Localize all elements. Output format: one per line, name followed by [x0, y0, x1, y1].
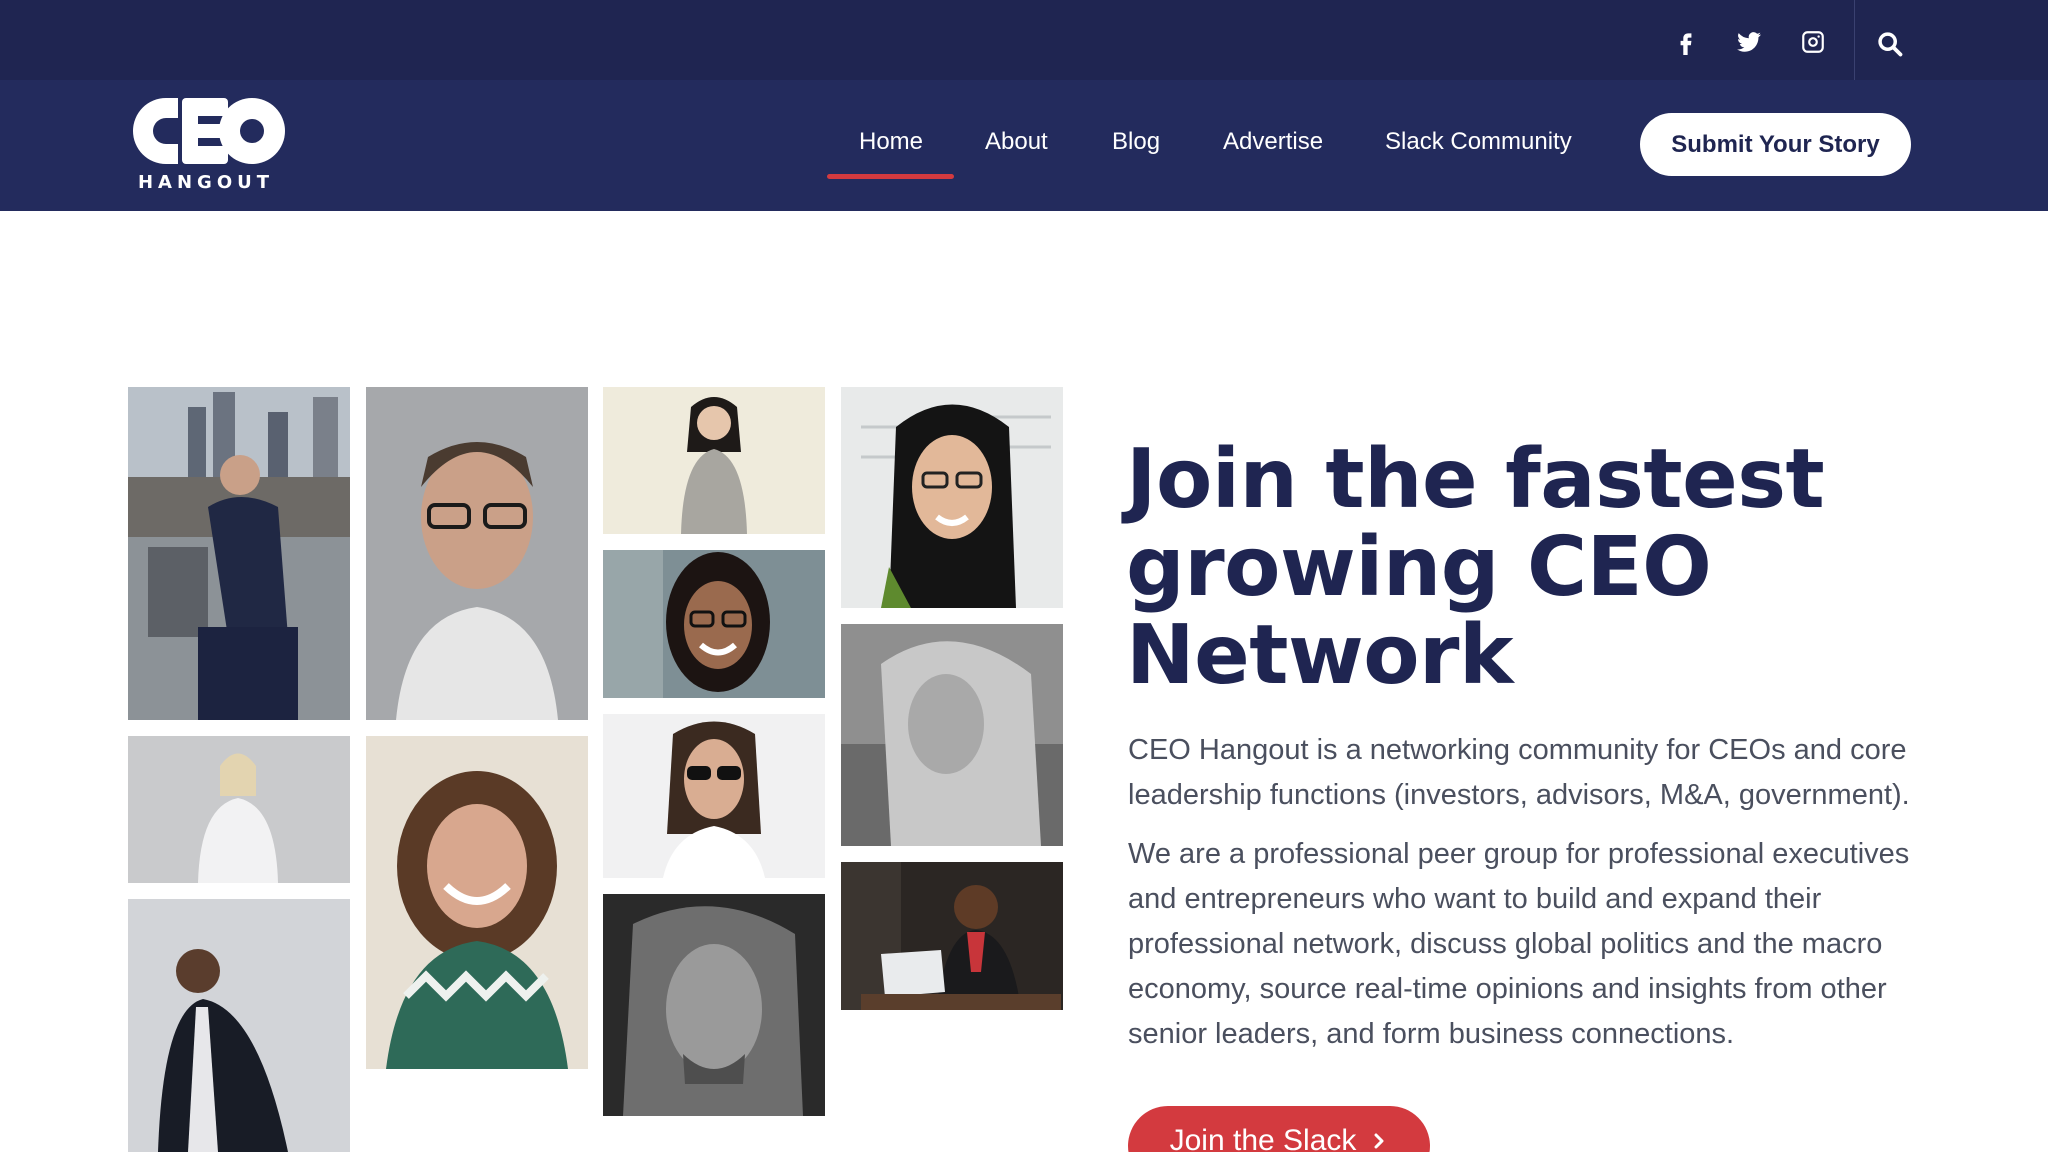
photo-woman-curly-hair [366, 736, 588, 1069]
photo-woman-blonde-bw [841, 624, 1063, 846]
photo-man-long-hair-bw [603, 894, 825, 1116]
facebook-icon[interactable] [1666, 22, 1706, 62]
photo-woman-smiling-glasses [603, 550, 825, 698]
hero-title: Join the fastest growing CEO Network [1126, 432, 1825, 703]
logo-subtext: HANGOUT [137, 172, 275, 193]
nav-slack-community[interactable]: Slack Community [1385, 124, 1572, 160]
submit-story-button[interactable]: Submit Your Story [1640, 113, 1911, 176]
instagram-icon[interactable] [1793, 22, 1833, 62]
join-slack-button[interactable]: Join the Slack [1128, 1106, 1430, 1152]
photo-man-glasses [366, 387, 588, 720]
nav-active-indicator [827, 174, 954, 179]
hero-description-paragraph: We are a professional peer group for pro… [1128, 838, 1910, 1050]
photo-businessman-rooftop [128, 387, 350, 720]
site-logo[interactable]: HANGOUT [126, 94, 286, 198]
photo-woman-whiteboard [841, 387, 1063, 608]
photo-woman-white-shirt [128, 736, 350, 883]
logo-mark [133, 98, 285, 164]
nav-about[interactable]: About [985, 124, 1048, 160]
join-slack-label: Join the Slack [1169, 1124, 1357, 1152]
photo-man-laptop [841, 862, 1063, 1010]
photo-woman-phone [603, 387, 825, 534]
nav-advertise[interactable]: Advertise [1223, 124, 1323, 160]
chevron-right-icon [1374, 1133, 1384, 1149]
nav-blog[interactable]: Blog [1112, 124, 1160, 160]
photo-man-sunglasses [603, 714, 825, 878]
topbar-divider [1854, 0, 1855, 80]
photo-man-dark-suit [128, 899, 350, 1152]
nav-home[interactable]: Home [859, 124, 923, 160]
search-icon[interactable] [1868, 22, 1912, 66]
hero-intro-paragraph: CEO Hangout is a networking community fo… [1128, 734, 1910, 811]
twitter-icon[interactable] [1729, 22, 1769, 62]
